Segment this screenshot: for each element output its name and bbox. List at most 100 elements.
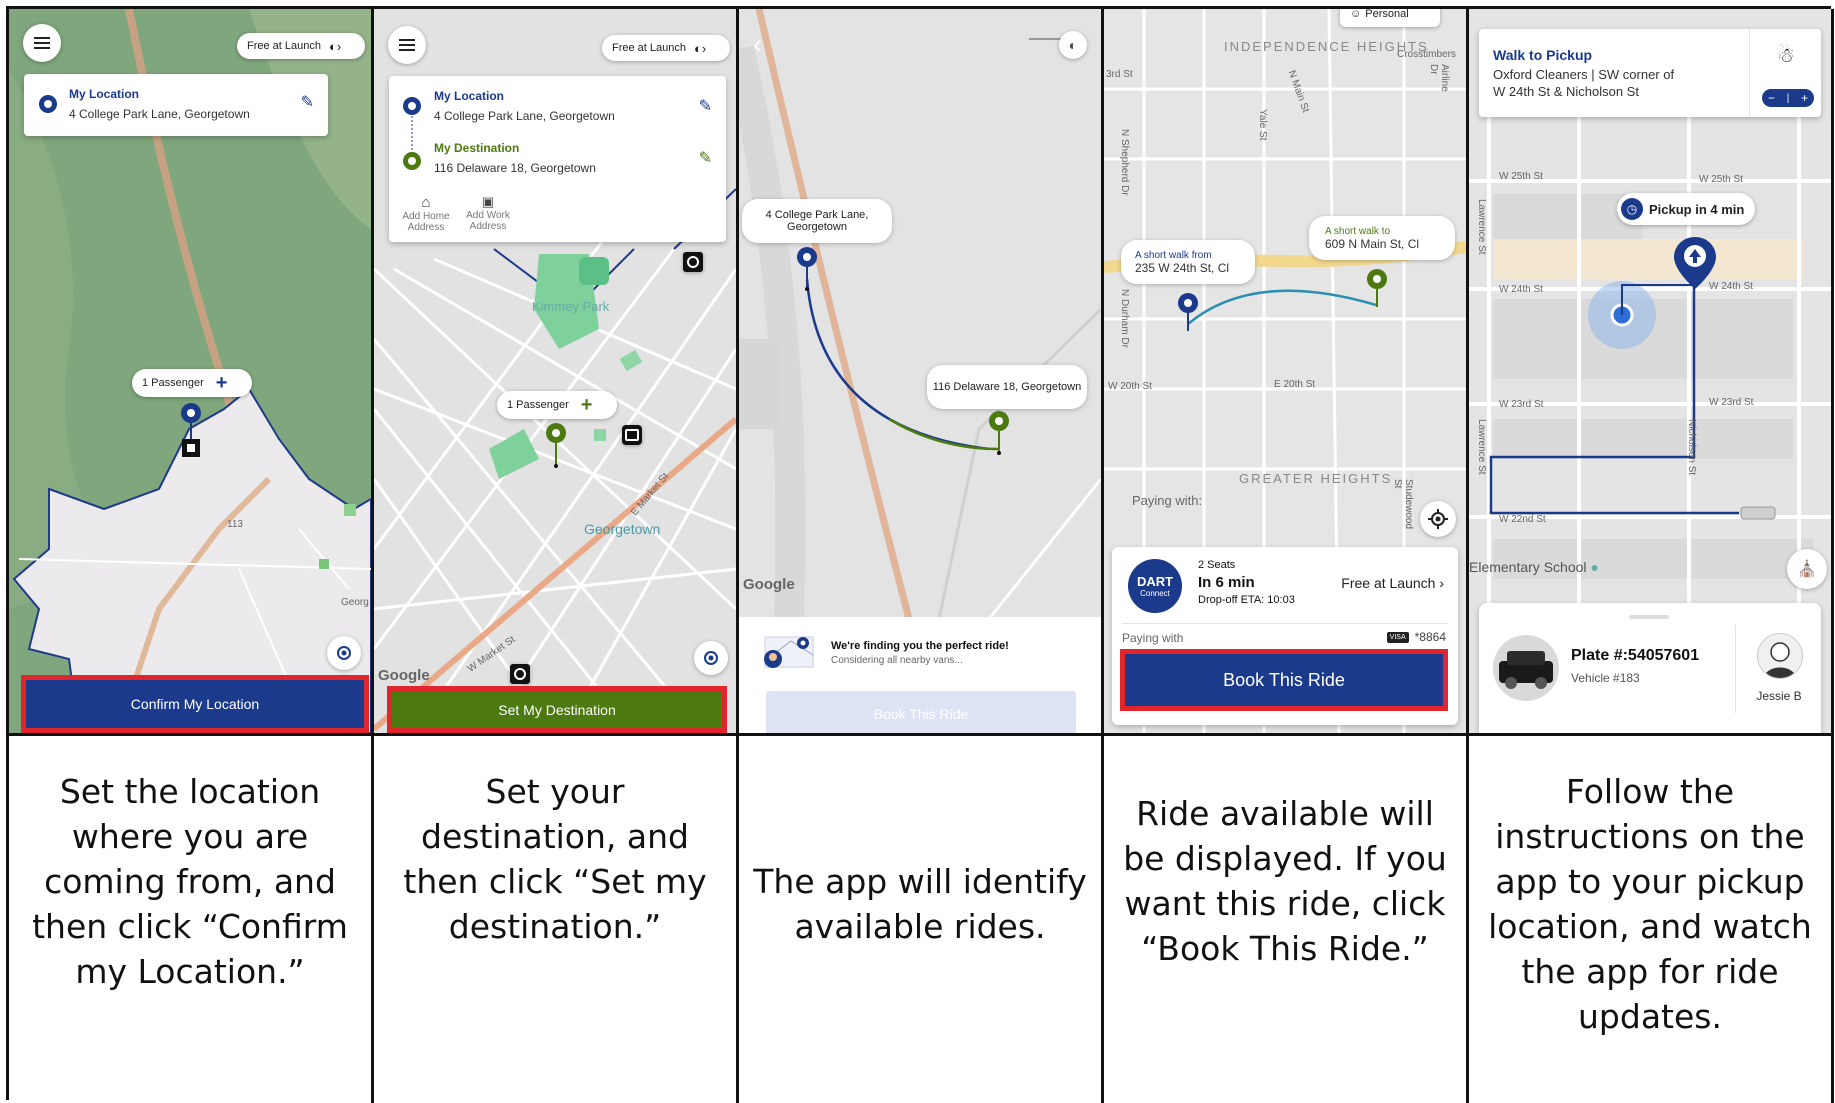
street-label-w25th-left: W 25th St bbox=[1499, 171, 1543, 182]
street-label-w23rd-left: W 23rd St bbox=[1499, 399, 1544, 410]
step-5-caption: Follow the instructions on the app to yo… bbox=[1488, 772, 1812, 1036]
visa-card-icon: VISA bbox=[1386, 631, 1409, 643]
step-2-screenshot: Kimmey Park Georgetown E Market St W Mar… bbox=[374, 9, 736, 733]
back-icon[interactable]: ‹ bbox=[753, 29, 762, 60]
confirm-location-button[interactable]: Confirm My Location bbox=[26, 680, 364, 728]
step-4-screenshot: INDEPENDENCE HEIGHTS GREATER HEIGHTS 3rd… bbox=[1104, 9, 1466, 733]
location-label: My Location bbox=[69, 87, 140, 101]
set-destination-button[interactable]: Set My Destination bbox=[392, 691, 722, 728]
edit-location-icon[interactable]: ✎ bbox=[301, 92, 314, 112]
passenger-count-label: 1 Passenger bbox=[142, 377, 204, 389]
card-divider bbox=[1735, 625, 1736, 713]
chevron-right-icon: › bbox=[1439, 575, 1444, 591]
location-card[interactable]: My Location 4 College Park Lane, Georget… bbox=[24, 74, 328, 136]
book-ride-button-disabled[interactable]: Book This Ride bbox=[766, 691, 1076, 733]
suv-icon bbox=[1499, 651, 1553, 689]
street-label-3rd: 3rd St bbox=[1106, 69, 1133, 80]
card-divider bbox=[1749, 29, 1750, 117]
recenter-button[interactable] bbox=[327, 636, 361, 670]
pickup-eta-badge: ◷ Pickup in 4 min bbox=[1617, 193, 1755, 225]
step-3-screenshot: ‹ ◐ 4 College Park Lane, Georgetown 116 … bbox=[739, 9, 1101, 733]
google-logo: Google bbox=[378, 667, 430, 684]
finding-subtitle: Considering all nearby vans... bbox=[831, 655, 963, 666]
home-icon: ⌂ bbox=[421, 194, 431, 211]
street-label-durham: N Durham Dr bbox=[1119, 289, 1130, 348]
street-label-lawrence-bottom: Lawrence St bbox=[1476, 419, 1487, 475]
paying-with-map-label: Paying with: bbox=[1132, 493, 1203, 508]
finding-title: We're finding you the perfect ride! bbox=[831, 640, 1009, 652]
search-map-illustration-icon bbox=[764, 636, 814, 668]
add-passenger-icon[interactable]: + bbox=[216, 372, 228, 395]
walk-title: Walk to Pickup bbox=[1493, 47, 1593, 63]
price-link[interactable]: Free at Launch › bbox=[1341, 575, 1444, 591]
passenger-count-pill[interactable]: 1 Passenger + bbox=[132, 369, 252, 397]
street-label-yale: Yale St bbox=[1257, 109, 1268, 141]
row-divider bbox=[1104, 733, 1466, 736]
dart-logo-sub: Connect bbox=[1140, 589, 1170, 598]
zoom-stepper[interactable]: − | + bbox=[1762, 89, 1814, 107]
row-divider bbox=[739, 733, 1101, 736]
origin-pin-icon bbox=[39, 95, 57, 113]
book-ride-button[interactable]: Book This Ride bbox=[1125, 654, 1443, 706]
mode-toggle-icon[interactable]: ◐ bbox=[1059, 31, 1087, 59]
street-label-w22nd: W 22nd St bbox=[1499, 514, 1546, 525]
recenter-button[interactable] bbox=[694, 641, 728, 675]
destination-map-pin-icon bbox=[1367, 269, 1387, 307]
gps-target-icon bbox=[1428, 509, 1448, 529]
hamburger-icon bbox=[34, 37, 50, 49]
street-label-crosstimbers: Crosstimbers bbox=[1397, 49, 1456, 60]
drag-handle[interactable] bbox=[1629, 615, 1669, 619]
tutorial-grid: 113 Georg Free at Launch ◐› My Location … bbox=[6, 6, 1834, 1103]
vehicle-locate-button[interactable]: ⛪ bbox=[1787, 549, 1827, 589]
gps-target-icon bbox=[337, 646, 351, 660]
edit-destination-icon[interactable]: ✎ bbox=[699, 148, 712, 168]
map-label-park: Kimmey Park bbox=[532, 299, 610, 314]
row-divider bbox=[374, 733, 736, 736]
stepper-minus[interactable]: − bbox=[1768, 91, 1775, 105]
mode-toggle-icon: ◐› bbox=[694, 40, 707, 56]
step-2-caption: Set your destination, and then click “Se… bbox=[403, 772, 707, 946]
pickup-eta-label: Pickup in 4 min bbox=[1649, 201, 1745, 217]
street-label-studewood: Studewood St bbox=[1392, 479, 1414, 530]
step-3-column: ‹ ◐ 4 College Park Lane, Georgetown 116 … bbox=[739, 9, 1104, 1103]
location-address: 4 College Park Lane, Georgetown bbox=[69, 107, 250, 121]
add-home-button[interactable]: ⌂ Add Home Address bbox=[401, 194, 451, 233]
recenter-button[interactable] bbox=[1420, 501, 1456, 537]
step-4-caption: Ride available will be displayed. If you… bbox=[1123, 794, 1447, 968]
account-type-label: Personal bbox=[1365, 9, 1409, 20]
trip-path-icon bbox=[403, 97, 421, 170]
origin-map-pin-icon bbox=[181, 403, 201, 457]
book-button-highlight: Book This Ride bbox=[1120, 649, 1448, 711]
destination-map-pin-icon bbox=[546, 423, 566, 468]
driver-name: Jessie B bbox=[1756, 689, 1802, 703]
free-at-launch-pill[interactable]: Free at Launch ◐› bbox=[237, 33, 365, 59]
account-type-pill[interactable]: ☺ Personal bbox=[1340, 9, 1440, 27]
step-3-caption: The app will identify available rides. bbox=[753, 862, 1087, 946]
passenger-count-pill[interactable]: 1 Passenger + bbox=[497, 391, 617, 419]
add-passenger-icon[interactable]: + bbox=[581, 394, 593, 417]
trip-card: My Location 4 College Park Lane, Georget… bbox=[389, 76, 726, 242]
seats-count: 2 Seats bbox=[1198, 559, 1236, 571]
vehicle-photo bbox=[1493, 635, 1559, 701]
street-label-w24th-left: W 24th St bbox=[1499, 284, 1543, 295]
passenger-count-label: 1 Passenger bbox=[507, 399, 569, 411]
add-work-label: Add Work Address bbox=[466, 210, 510, 232]
payment-method[interactable]: VISA *8864 bbox=[1386, 630, 1446, 644]
stepper-plus[interactable]: + bbox=[1801, 91, 1808, 105]
origin-map-pin-icon bbox=[797, 247, 817, 291]
free-at-launch-pill[interactable]: Free at Launch ◐› bbox=[602, 35, 730, 61]
origin-map-pin-icon bbox=[1178, 293, 1198, 331]
add-work-button[interactable]: ▣ Add Work Address bbox=[463, 194, 513, 232]
menu-button[interactable] bbox=[23, 24, 61, 62]
confirm-button-highlight: Confirm My Location bbox=[21, 675, 369, 733]
free-at-launch-label: Free at Launch bbox=[247, 40, 321, 52]
street-label-airline: Airline Dr bbox=[1428, 64, 1450, 92]
walk-instructions-card: Walk to Pickup Oxford Cleaners | SW corn… bbox=[1479, 29, 1821, 117]
destination-label: My Destination bbox=[434, 141, 520, 155]
edit-location-icon[interactable]: ✎ bbox=[699, 96, 712, 116]
menu-button[interactable] bbox=[388, 26, 426, 64]
school-label: Elementary School ● bbox=[1469, 559, 1599, 575]
card-divider bbox=[1122, 623, 1448, 624]
destination-bubble: 116 Delaware 18, Georgetown bbox=[927, 365, 1087, 409]
street-label-lawrence-top: Lawrence St bbox=[1476, 199, 1487, 255]
